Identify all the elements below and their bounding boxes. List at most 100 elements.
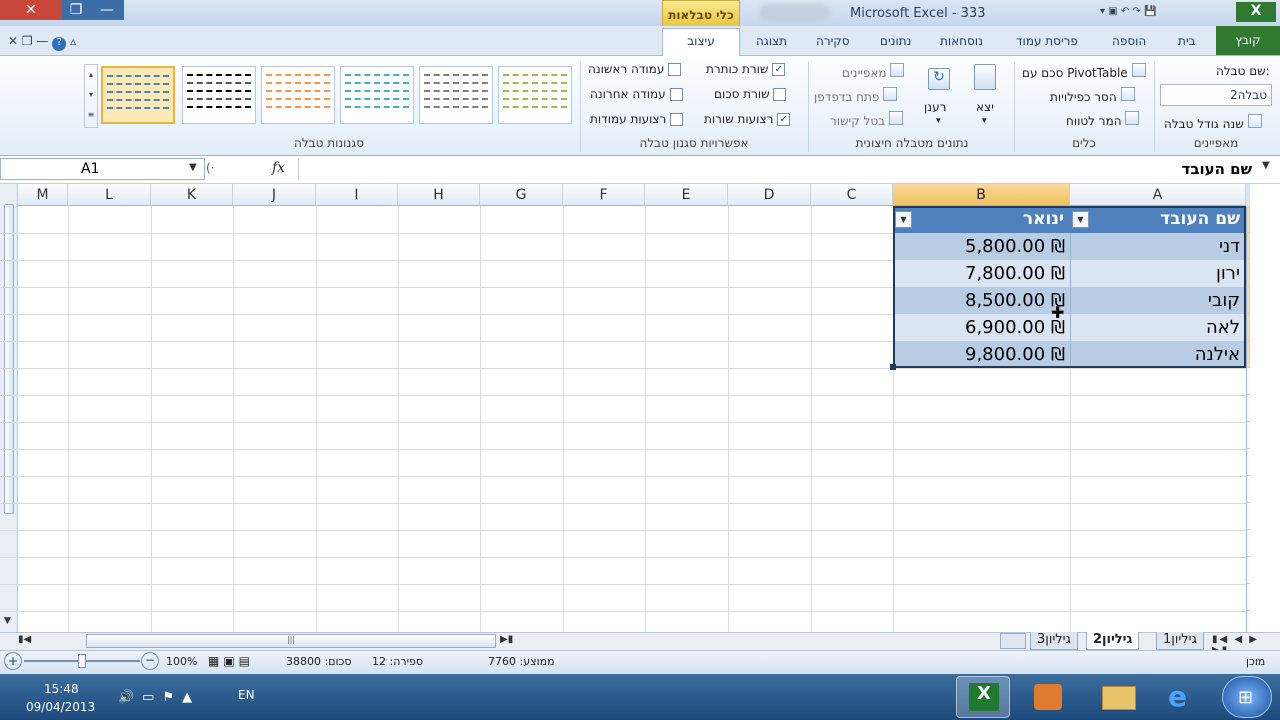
start-button[interactable]: ⊞ [1222,676,1272,718]
column-header[interactable]: F [563,184,645,206]
table-style-swatch[interactable] [419,66,493,124]
row-header[interactable]: 2 [1246,233,1250,260]
tab-insert[interactable]: הוספה [1112,34,1146,48]
select-all-corner[interactable] [1246,184,1250,206]
tab-design[interactable]: עיצוב [662,28,740,56]
zoom-out-icon[interactable]: − [141,652,159,670]
scroll-right-icon[interactable]: ▶▮ [500,634,513,645]
zoom-slider-handle[interactable] [78,654,86,668]
language-indicator[interactable]: EN [238,688,255,702]
table-cell[interactable]: 7,800.00 ₪ [897,260,1069,287]
refresh-dropdown-icon[interactable]: ▾ [936,116,941,126]
column-header[interactable]: J [233,184,316,206]
export-dropdown-icon[interactable]: ▾ [982,116,987,126]
filter-dropdown-icon[interactable]: ▼ [895,211,912,228]
row-header[interactable]: 5 [1246,314,1250,341]
chevron-down-icon[interactable]: ▼ [189,162,197,173]
checkbox-checked-icon[interactable]: ✓ [777,113,791,126]
column-header[interactable]: B [893,184,1070,206]
view-buttons[interactable]: ▦▣▤ [208,654,254,668]
checkbox-unchecked-icon[interactable] [668,63,682,76]
table-cell[interactable]: ירון [1072,260,1244,287]
column-header[interactable]: L [68,184,151,206]
table-header-cell[interactable]: שם העובד [1090,206,1244,233]
column-header[interactable]: A [1070,184,1246,206]
formula-bar-handle[interactable]: (· [206,158,266,180]
gallery-scroll[interactable]: ▴ ▾ ≡ [84,64,98,128]
row-header[interactable]: 12 [1246,503,1250,530]
row-header[interactable]: 8 [1246,395,1250,422]
column-header[interactable]: I [316,184,398,206]
table-style-swatch[interactable] [261,66,335,124]
row-header[interactable]: 14 [1246,557,1250,584]
checkbox-checked-icon[interactable]: ✓ [772,63,786,76]
row-header[interactable]: 16 [1246,611,1250,632]
table-cell[interactable]: 6,900.00 ₪ [897,314,1069,341]
scroll-down-icon[interactable]: ▼ [4,616,11,626]
table-style-swatch[interactable] [498,66,572,124]
zoom-in-icon[interactable]: + [4,652,22,670]
table-style-swatch[interactable] [340,66,414,124]
row-header[interactable]: 13 [1246,530,1250,557]
help-icon[interactable]: ? [52,37,67,51]
tab-page-layout[interactable]: פריסת עמוד [1016,34,1078,48]
expand-formula-bar-icon[interactable]: ▼ [1262,160,1270,171]
fx-icon[interactable]: fx [272,158,296,180]
total-row-option[interactable]: שורת סכום [714,87,787,101]
table-cell[interactable]: אילנה [1072,341,1244,368]
table-cell[interactable]: 8,500.00 ₪ [897,287,1069,314]
row-header[interactable]: 9 [1246,422,1250,449]
column-header[interactable]: C [811,184,893,206]
table-style-swatch[interactable] [182,66,256,124]
header-row-option[interactable]: שורת כותרת ✓ [706,62,786,76]
filter-dropdown-icon[interactable]: ▼ [1072,211,1089,228]
table-name-input[interactable]: טבלה2 [1160,84,1272,106]
convert-to-range-button[interactable]: המר לטווח [1066,111,1140,128]
close-button[interactable]: ✕ [0,0,62,20]
checkbox-unchecked-icon[interactable] [670,113,684,126]
table-cell[interactable]: 5,800.00 ₪ [897,233,1069,260]
name-box[interactable]: A1 ▼ [0,158,205,180]
tab-view[interactable]: תצוגה [756,34,787,48]
scroll-left-icon[interactable]: ▮◀ [18,634,31,645]
taskbar-media[interactable] [1022,676,1076,718]
scrollbar-thumb[interactable] [4,204,14,514]
horizontal-scrollbar-thumb[interactable]: ||| [86,634,496,648]
column-header[interactable]: G [480,184,563,206]
taskbar-explorer[interactable] [1092,676,1146,718]
tab-data[interactable]: נתונים [880,34,911,48]
column-header[interactable]: M [18,184,68,206]
tab-formulas[interactable]: נוסחאות [940,34,983,48]
banded-rows-option[interactable]: רצועות שורות ✓ [704,112,791,126]
new-sheet-icon[interactable] [1000,633,1026,649]
checkbox-unchecked-icon[interactable] [669,88,683,101]
table-cell[interactable]: לאה [1072,314,1244,341]
column-header[interactable]: H [398,184,480,206]
column-header[interactable]: K [151,184,233,206]
sheet-tab[interactable]: גיליון1 [1156,632,1204,650]
table-resize-handle[interactable] [890,364,896,370]
banded-columns-option[interactable]: רצועות עמודות [590,112,684,126]
refresh-button[interactable]: רענן [924,100,946,114]
row-header[interactable]: 15 [1246,584,1250,611]
clock-time[interactable]: 15:48 [44,682,79,696]
pivot-summary-button[interactable]: סכם עם PivotTable [1022,63,1146,80]
worksheet-grid[interactable]: A B C D E F G H I J K L M ▼ 1 2 3 4 5 6 … [0,184,1250,632]
sheet-tab[interactable]: גיליון3 [1030,632,1078,650]
column-header[interactable]: E [645,184,728,206]
tray-icons[interactable]: 🔊▭⚑▲ [118,690,200,705]
resize-table-button[interactable]: שנה גודל טבלה [1164,114,1262,131]
formula-content[interactable]: שם העובד [298,158,1260,180]
row-header[interactable]: 3 [1246,260,1250,287]
last-column-option[interactable]: עמודה אחרונה [590,87,683,101]
sheet-tab-active[interactable]: גיליון2 [1086,632,1140,650]
row-header[interactable]: 4 [1246,287,1250,314]
ribbon-window-controls[interactable]: ✕ ❐ — ? ▵ [8,34,118,51]
minimize-button[interactable]: — [90,0,124,20]
tab-file[interactable]: קובץ [1216,26,1280,55]
restore-button[interactable]: ❐ [62,0,90,20]
tab-review[interactable]: סקירה [816,34,850,48]
taskbar-ie[interactable]: e [1156,676,1210,718]
first-column-option[interactable]: עמודה ראשונה [588,62,682,76]
tab-home[interactable]: בית [1178,34,1196,48]
